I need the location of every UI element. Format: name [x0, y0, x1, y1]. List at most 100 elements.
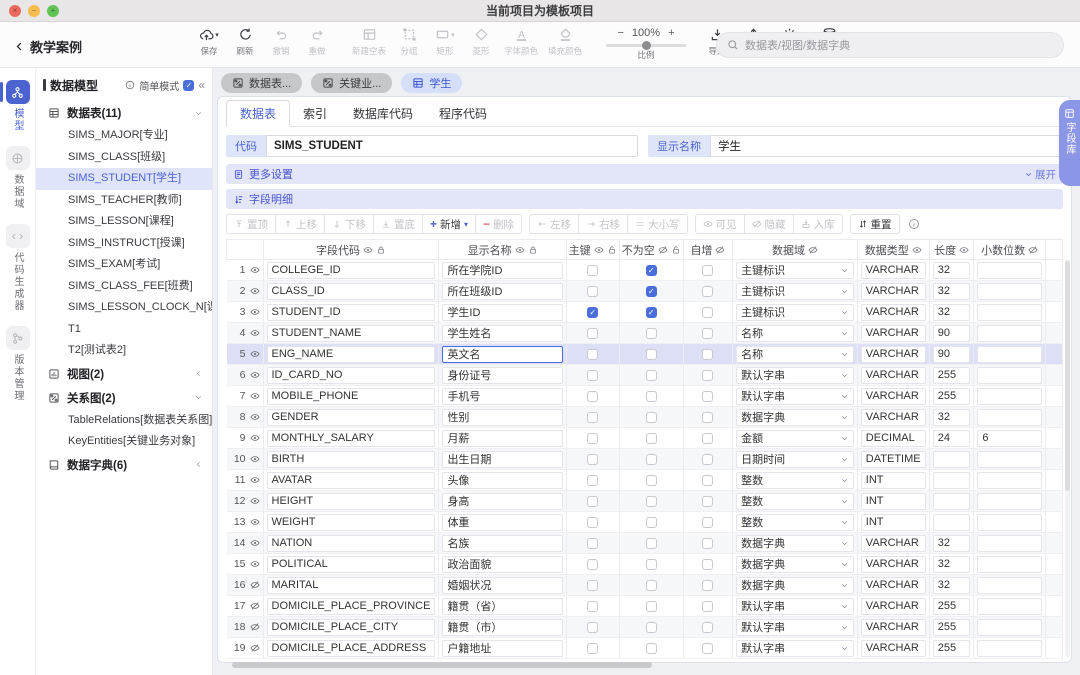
- field-row-STUDENT_NAME[interactable]: 4STUDENT_NAME学生姓名名称VARCHAR90: [227, 323, 1063, 344]
- primary-key-checkbox[interactable]: [587, 328, 598, 339]
- field-code-input[interactable]: DOMICILE_PLACE_PROVINCE: [267, 598, 436, 615]
- scale-input[interactable]: [977, 472, 1041, 489]
- chevron-down-icon[interactable]: [840, 476, 849, 485]
- field-row-MARITAL[interactable]: 16MARITAL婚姻状况数据字典VARCHAR32: [227, 575, 1063, 596]
- not-null-checkbox[interactable]: [646, 601, 657, 612]
- data-type-input[interactable]: VARCHAR: [861, 619, 926, 636]
- eye-icon[interactable]: [250, 538, 260, 548]
- auto-increment-checkbox[interactable]: [702, 286, 713, 297]
- scale-input[interactable]: [977, 556, 1041, 573]
- field-row-HEIGHT[interactable]: 12HEIGHT身高整数INT: [227, 491, 1063, 512]
- tree-item[interactable]: SIMS_LESSON[课程]: [36, 211, 212, 233]
- field-code-input[interactable]: CLASS_ID: [267, 283, 436, 300]
- primary-key-checkbox[interactable]: [587, 391, 598, 402]
- eye-icon[interactable]: [250, 286, 260, 296]
- column-header-字段代码[interactable]: 字段代码: [263, 240, 439, 260]
- chevron-down-icon[interactable]: [840, 371, 849, 380]
- data-type-input[interactable]: VARCHAR: [861, 409, 926, 426]
- scale-input[interactable]: [977, 493, 1041, 510]
- primary-key-checkbox[interactable]: [587, 559, 598, 570]
- length-input[interactable]: 255: [933, 598, 971, 615]
- not-null-checkbox[interactable]: [646, 286, 657, 297]
- chevron-down-icon[interactable]: [840, 266, 849, 275]
- column-header-blank[interactable]: [227, 240, 264, 260]
- detail-tab-索引[interactable]: 索引: [290, 101, 340, 126]
- field-row-DOMICILE_PLACE_CITY[interactable]: 18DOMICILE_PLACE_CITY籍贯（市）默认字串VARCHAR255: [227, 617, 1063, 638]
- data-domain-select[interactable]: 整数: [736, 514, 854, 531]
- data-domain-select[interactable]: 数据字典: [736, 535, 854, 552]
- auto-increment-checkbox[interactable]: [702, 412, 713, 423]
- eyeoff-icon[interactable]: [658, 245, 668, 255]
- grid-button-入库[interactable]: 入库: [794, 214, 843, 234]
- auto-increment-checkbox[interactable]: [702, 307, 713, 318]
- tree-item[interactable]: TableRelations[数据表关系图]: [36, 410, 212, 432]
- field-row-WEIGHT[interactable]: 13WEIGHT体重整数INT: [227, 512, 1063, 533]
- primary-key-checkbox[interactable]: [587, 265, 598, 276]
- eyeoff-icon[interactable]: [808, 245, 818, 255]
- data-type-input[interactable]: VARCHAR: [861, 556, 926, 573]
- data-type-input[interactable]: DECIMAL: [861, 430, 926, 447]
- auto-increment-checkbox[interactable]: [702, 265, 713, 276]
- not-null-checkbox[interactable]: [646, 580, 657, 591]
- length-input[interactable]: 32: [933, 304, 971, 321]
- length-input[interactable]: 90: [933, 325, 971, 342]
- chevron-down-icon[interactable]: [840, 434, 849, 443]
- primary-key-checkbox[interactable]: [587, 433, 598, 444]
- eye-icon[interactable]: [250, 265, 260, 275]
- field-code-input[interactable]: GENDER: [267, 409, 436, 426]
- grid-button-可见[interactable]: 可见: [695, 214, 745, 234]
- data-domain-select[interactable]: 数据字典: [736, 556, 854, 573]
- zoom-slider[interactable]: [606, 44, 686, 47]
- scale-input[interactable]: 6: [977, 430, 1041, 447]
- auto-increment-checkbox[interactable]: [702, 517, 713, 528]
- field-code-input[interactable]: DOMICILE_PLACE_CITY: [267, 619, 436, 636]
- undo-button[interactable]: 撤销: [266, 26, 296, 57]
- chevron-down-icon[interactable]: [840, 581, 849, 590]
- field-code-input[interactable]: MONTHLY_SALARY: [267, 430, 436, 447]
- grid-button-置底[interactable]: 置底: [374, 214, 423, 234]
- data-type-input[interactable]: VARCHAR: [861, 535, 926, 552]
- not-null-checkbox[interactable]: [646, 622, 657, 633]
- tree-item[interactable]: SIMS_EXAM[考试]: [36, 254, 212, 276]
- data-type-input[interactable]: VARCHAR: [861, 346, 926, 363]
- code-input[interactable]: SIMS_STUDENT: [266, 135, 638, 157]
- field-code-input[interactable]: ENG_NAME: [267, 346, 436, 363]
- chevron-down-icon[interactable]: [840, 497, 849, 506]
- tree-item[interactable]: T1: [36, 319, 212, 341]
- tree-item[interactable]: SIMS_INSTRUCT[授课]: [36, 233, 212, 255]
- field-row-MONTHLY_SALARY[interactable]: 9MONTHLY_SALARY月薪金额DECIMAL246: [227, 428, 1063, 449]
- data-type-input[interactable]: INT: [861, 472, 926, 489]
- auto-increment-checkbox[interactable]: [702, 349, 713, 360]
- auto-increment-checkbox[interactable]: [702, 538, 713, 549]
- collapse-sidebar-button[interactable]: «: [198, 78, 205, 92]
- field-library-tab[interactable]: 字段库: [1059, 100, 1080, 186]
- data-type-input[interactable]: VARCHAR: [861, 367, 926, 384]
- lock-icon[interactable]: [376, 245, 386, 255]
- scale-input[interactable]: [977, 304, 1041, 321]
- field-name-input[interactable]: 月薪: [442, 430, 562, 447]
- primary-key-checkbox[interactable]: [587, 580, 598, 591]
- detail-tab-程序代码[interactable]: 程序代码: [426, 101, 500, 126]
- rail-item-version-manage[interactable]: 版本管理: [0, 326, 35, 402]
- length-input[interactable]: 32: [933, 409, 971, 426]
- grid-button-下移[interactable]: 下移: [325, 214, 374, 234]
- grid-button-左移[interactable]: 左移: [529, 214, 579, 234]
- field-code-input[interactable]: MOBILE_PHONE: [267, 388, 436, 405]
- data-domain-select[interactable]: 默认字串: [736, 619, 854, 636]
- field-name-input[interactable]: 籍贯（市）: [442, 619, 562, 636]
- field-name-input[interactable]: 手机号: [442, 388, 562, 405]
- chevron-down-icon[interactable]: [840, 518, 849, 527]
- save-button[interactable]: ▾保存: [194, 26, 224, 57]
- field-code-input[interactable]: STUDENT_ID: [267, 304, 436, 321]
- data-type-input[interactable]: VARCHAR: [861, 304, 926, 321]
- grid-button-隐藏[interactable]: 隐藏: [745, 214, 794, 234]
- data-type-input[interactable]: VARCHAR: [861, 325, 926, 342]
- scale-input[interactable]: [977, 346, 1041, 363]
- column-header-数据类型[interactable]: 数据类型: [857, 240, 929, 260]
- tree-section-views[interactable]: 视图(2): [36, 362, 212, 386]
- tree-item[interactable]: SIMS_MAJOR[专业]: [36, 125, 212, 147]
- not-null-checkbox[interactable]: [646, 517, 657, 528]
- auto-increment-checkbox[interactable]: [702, 496, 713, 507]
- not-null-checkbox[interactable]: [646, 454, 657, 465]
- refresh-button[interactable]: 刷新: [230, 26, 260, 57]
